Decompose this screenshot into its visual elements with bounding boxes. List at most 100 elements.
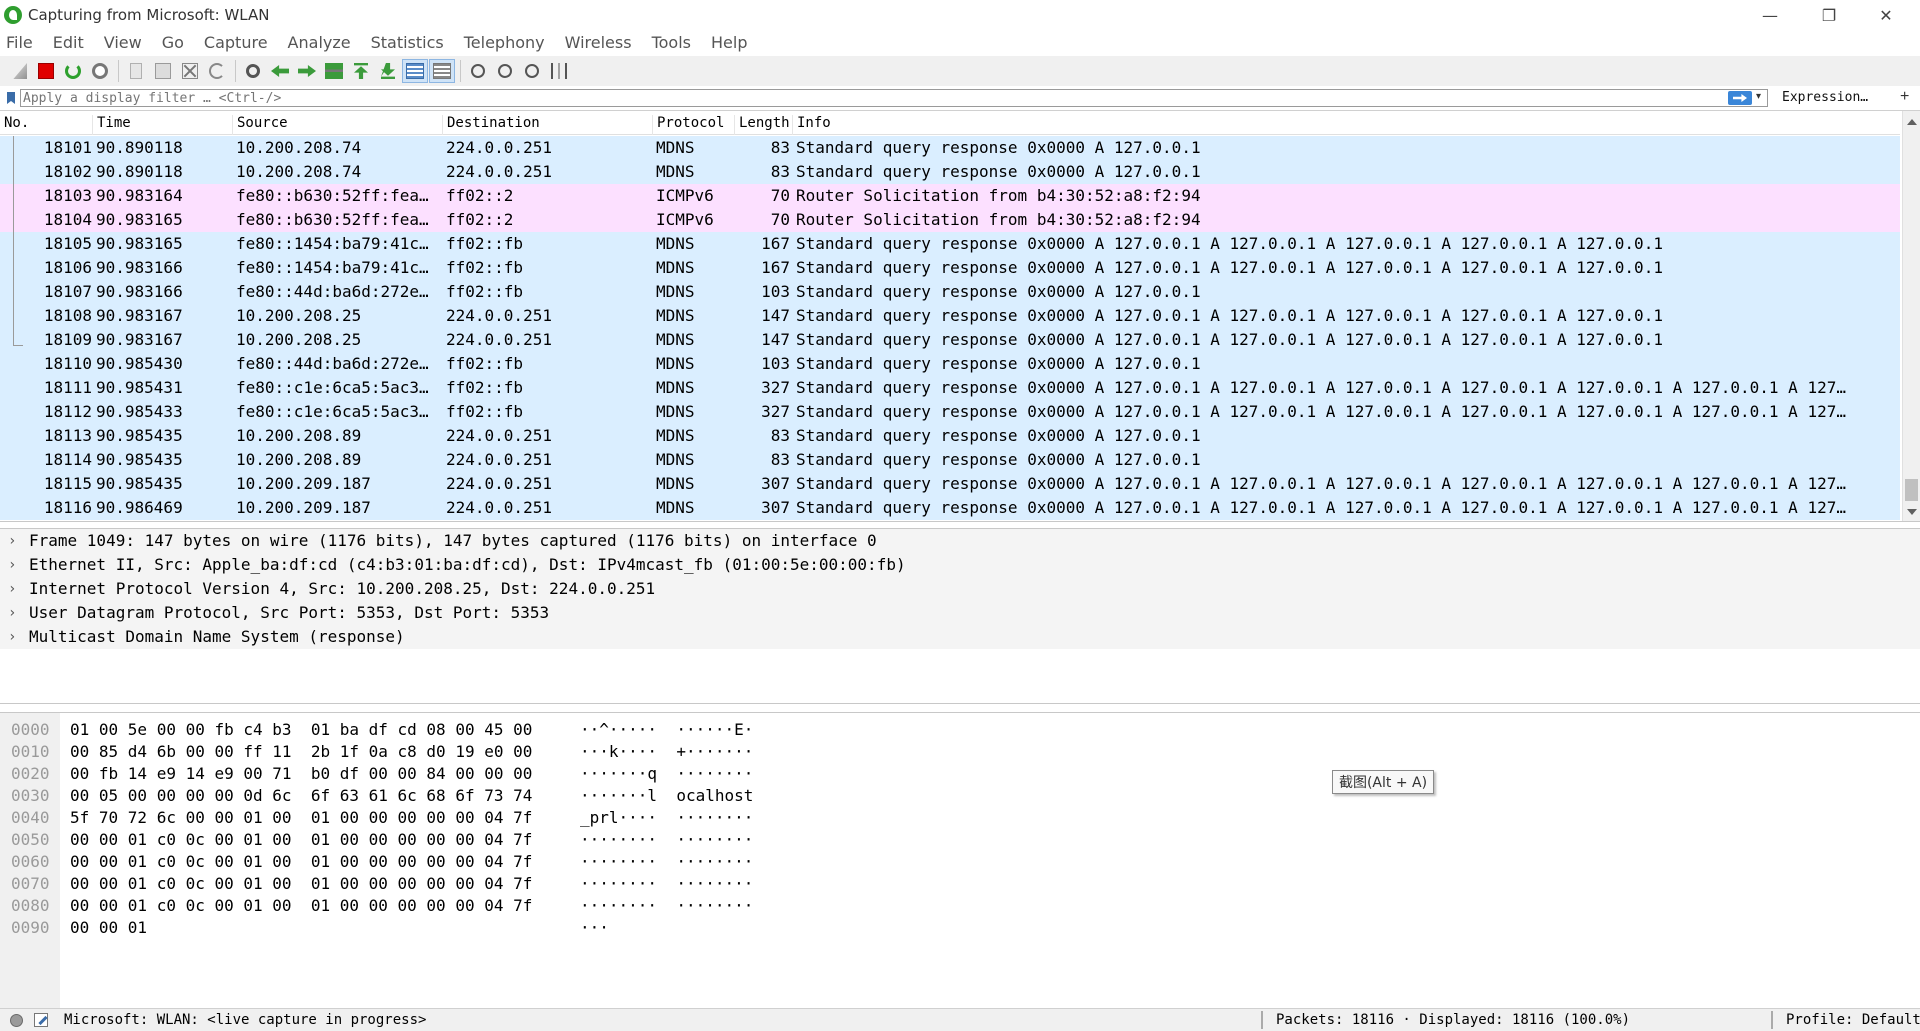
detail-tree-item[interactable]: › User Datagram Protocol, Src Port: 5353,… <box>0 601 1920 625</box>
menu-file[interactable]: File <box>4 33 35 52</box>
filter-bookmark-icon[interactable] <box>4 89 18 107</box>
expand-arrow-icon[interactable]: › <box>8 553 16 577</box>
packet-source: 10.200.208.74 <box>236 138 362 157</box>
packet-info: Standard query response 0x0000 A 127.0.0… <box>796 234 1663 253</box>
column-protocol[interactable]: Protocol <box>652 115 724 135</box>
expand-arrow-icon[interactable]: › <box>8 601 16 625</box>
column-time[interactable]: Time <box>92 115 131 135</box>
auto-scroll-button[interactable] <box>402 59 428 83</box>
packet-row[interactable]: 18112 90.985433 fe80::c1e:6ca5:5ac3… ff02::… <box>0 400 1900 424</box>
packet-row[interactable]: 18115 90.985435 10.200.209.187 224.0.0.251 M… <box>0 472 1900 496</box>
packet-row[interactable]: 18102 90.890118 10.200.208.74 224.0.0.251 MD… <box>0 160 1900 184</box>
minimize-button[interactable]: — <box>1742 0 1798 30</box>
hex-ascii: ·······l ocalhost <box>580 786 754 805</box>
expert-info-icon[interactable] <box>10 1014 23 1027</box>
packet-source: fe80::b630:52ff:fea… <box>236 210 429 229</box>
column-length[interactable]: Length <box>734 115 790 135</box>
zoom-normal-button[interactable] <box>519 59 545 83</box>
go-forward-button[interactable] <box>294 59 320 83</box>
packet-protocol: ICMPv6 <box>656 210 714 229</box>
open-file-button[interactable] <box>123 59 149 83</box>
packet-destination: 224.0.0.251 <box>446 498 552 517</box>
packet-row[interactable]: 18114 90.985435 10.200.208.89 224.0.0.251 MD… <box>0 448 1900 472</box>
packet-row[interactable]: 18110 90.985430 fe80::44d:ba6d:272e… ff02::… <box>0 352 1900 376</box>
last-packet-button[interactable] <box>375 59 401 83</box>
detail-tree-item[interactable]: › Ethernet II, Src: Apple_ba:df:cd (c4:b3… <box>0 553 1920 577</box>
detail-tree-item[interactable]: › Internet Protocol Version 4, Src: 10.20… <box>0 577 1920 601</box>
scroll-up-icon[interactable] <box>1907 119 1917 125</box>
menu-statistics[interactable]: Statistics <box>369 33 446 52</box>
expand-arrow-icon[interactable]: › <box>8 625 16 649</box>
capture-options-button[interactable] <box>87 59 113 83</box>
scroll-thumb[interactable] <box>1905 479 1918 501</box>
start-capture-button[interactable] <box>6 59 32 83</box>
profile-status[interactable]: Profile: Default <box>1786 1012 1920 1028</box>
packet-source: 10.200.208.89 <box>236 426 362 445</box>
menu-help[interactable]: Help <box>709 33 749 52</box>
packet-list-scrollbar[interactable] <box>1902 111 1920 521</box>
add-filter-button[interactable]: + <box>1900 88 1909 106</box>
detail-tree-item[interactable]: › Frame 1049: 147 bytes on wire (1176 bit… <box>0 529 1920 553</box>
wireshark-app-icon <box>4 6 22 24</box>
restart-capture-button[interactable] <box>60 59 86 83</box>
detail-tree-item[interactable]: › Multicast Domain Name System (response) <box>0 625 1920 649</box>
packet-count-status: Packets: 18116 · Displayed: 18116 (100.0… <box>1276 1012 1631 1028</box>
expand-arrow-icon[interactable]: › <box>8 577 16 601</box>
packet-row[interactable]: 18109 90.983167 10.200.208.25 224.0.0.251 MD… <box>0 328 1900 352</box>
menu-capture[interactable]: Capture <box>202 33 270 52</box>
packet-row[interactable]: 18103 90.983164 fe80::b630:52ff:fea… ff02::… <box>0 184 1900 208</box>
menu-analyze[interactable]: Analyze <box>286 33 353 52</box>
packet-list[interactable]: No. Time Source Destination Protocol Len… <box>0 110 1920 522</box>
packet-row[interactable]: 18104 90.983165 fe80::b630:52ff:fea… ff02::… <box>0 208 1900 232</box>
capture-comment-icon[interactable] <box>34 1013 48 1027</box>
column-source[interactable]: Source <box>232 115 288 135</box>
zoom-out-button[interactable] <box>492 59 518 83</box>
menu-wireless[interactable]: Wireless <box>563 33 634 52</box>
reload-file-button[interactable] <box>204 59 230 83</box>
close-button[interactable]: ✕ <box>1858 0 1914 30</box>
packet-row[interactable]: 18108 90.983167 10.200.208.25 224.0.0.251 MD… <box>0 304 1900 328</box>
packet-row[interactable]: 18105 90.983165 fe80::1454:ba79:41c… ff02::… <box>0 232 1900 256</box>
zoom-in-button[interactable] <box>465 59 491 83</box>
packet-row[interactable]: 18106 90.983166 fe80::1454:ba79:41c… ff02::… <box>0 256 1900 280</box>
stop-capture-button[interactable] <box>33 59 59 83</box>
packet-row[interactable]: 18116 90.986469 10.200.209.187 224.0.0.251 M… <box>0 496 1900 520</box>
menu-edit[interactable]: Edit <box>51 33 86 52</box>
menu-telephony[interactable]: Telephony <box>462 33 547 52</box>
display-filter-input[interactable] <box>20 89 1768 107</box>
apply-filter-button[interactable] <box>1728 91 1752 105</box>
packet-protocol: MDNS <box>656 282 695 301</box>
packet-destination: ff02::2 <box>446 210 514 229</box>
scroll-down-icon[interactable] <box>1907 509 1917 515</box>
packet-row[interactable]: 18113 90.985435 10.200.208.89 224.0.0.251 MD… <box>0 424 1900 448</box>
save-file-button[interactable] <box>150 59 176 83</box>
column-info[interactable]: Info <box>792 115 831 135</box>
packet-row[interactable]: 18107 90.983166 fe80::44d:ba6d:272e… ff02::… <box>0 280 1900 304</box>
packet-info: Standard query response 0x0000 A 127.0.0… <box>796 354 1201 373</box>
column-no[interactable]: No. <box>0 115 29 135</box>
expression-button[interactable]: Expression… <box>1782 90 1868 105</box>
go-back-button[interactable] <box>267 59 293 83</box>
filter-history-dropdown[interactable]: ▾ <box>1756 91 1761 102</box>
find-packet-icon <box>246 64 260 78</box>
packet-row[interactable]: 18101 90.890118 10.200.208.74 224.0.0.251 MD… <box>0 136 1900 160</box>
menu-view[interactable]: View <box>102 33 144 52</box>
column-destination[interactable]: Destination <box>442 115 540 135</box>
first-packet-button[interactable] <box>348 59 374 83</box>
packet-time: 90.983165 <box>96 234 183 253</box>
go-to-packet-button[interactable] <box>321 59 347 83</box>
expand-arrow-icon[interactable]: › <box>8 529 16 553</box>
colorize-button[interactable] <box>429 59 455 83</box>
menu-go[interactable]: Go <box>160 33 186 52</box>
resize-columns-button[interactable] <box>546 59 572 83</box>
packet-length: 307 <box>761 474 790 493</box>
find-packet-button[interactable] <box>240 59 266 83</box>
maximize-button[interactable]: ❐ <box>1801 0 1857 30</box>
packet-destination: ff02::fb <box>446 234 524 253</box>
packet-row[interactable]: 18111 90.985431 fe80::c1e:6ca5:5ac3… ff02::… <box>0 376 1900 400</box>
close-file-button[interactable] <box>177 59 203 83</box>
packet-source: 10.200.209.187 <box>236 498 371 517</box>
menu-tools[interactable]: Tools <box>650 33 693 52</box>
packet-destination: ff02::fb <box>446 402 524 421</box>
last-packet-icon <box>381 63 395 79</box>
